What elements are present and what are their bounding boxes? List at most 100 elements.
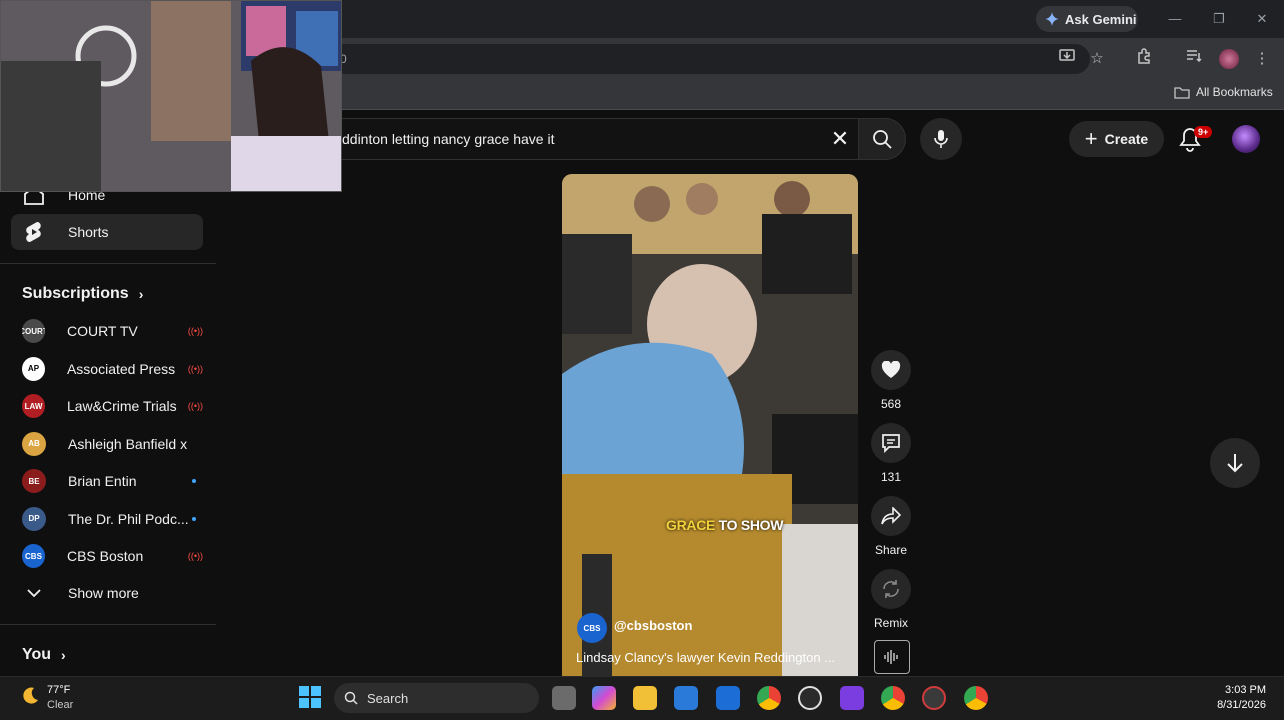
caption-highlight: GRACE <box>666 517 716 533</box>
notification-count-badge: 9+ <box>1194 126 1213 138</box>
you-heading[interactable]: You › <box>22 646 66 664</box>
browser-menu-icon[interactable]: ⋮ <box>1251 48 1273 70</box>
webcam-overlay <box>0 0 342 192</box>
search-button[interactable] <box>858 118 906 160</box>
install-app-icon[interactable] <box>1056 48 1078 70</box>
channel-name: Brian Entin <box>68 473 137 489</box>
chrome-profile-icon[interactable] <box>881 686 905 710</box>
search-query-text: ddinton letting nancy grace have it <box>342 131 555 147</box>
bookmark-star-icon[interactable]: ☆ <box>1086 48 1108 70</box>
sidebar-divider <box>0 624 216 625</box>
sidebar-channel-item[interactable]: BE Brian Entin <box>11 463 203 499</box>
live-indicator-icon: ((•)) <box>187 326 203 336</box>
comments-button[interactable] <box>871 423 911 463</box>
comment-icon <box>882 434 900 453</box>
remix-icon <box>883 580 899 598</box>
account-avatar[interactable] <box>1232 125 1260 153</box>
clock-date[interactable]: 8/31/2026 <box>1200 699 1266 711</box>
channel-name: Associated Press <box>66 360 176 377</box>
short-channel-handle[interactable]: @cbsboston <box>614 618 692 633</box>
outlook-icon[interactable] <box>716 686 740 710</box>
subscriptions-heading[interactable]: Subscriptions › <box>22 285 143 303</box>
like-count: 568 <box>880 397 902 411</box>
show-more-label: Show more <box>68 585 139 601</box>
task-view-icon[interactable] <box>552 686 576 710</box>
sidebar-item-shorts[interactable]: Shorts <box>11 214 203 250</box>
like-button[interactable] <box>871 350 911 390</box>
reading-list-icon[interactable] <box>1183 48 1205 70</box>
sidebar-channel-item[interactable]: LAW Law&Crime Trials ((•)) <box>11 388 203 424</box>
arrow-down-icon <box>1227 454 1243 473</box>
channel-name: The Dr. Phil Podc... <box>68 510 188 527</box>
live-indicator-icon: ((•)) <box>187 363 203 374</box>
file-explorer-icon[interactable] <box>633 686 657 710</box>
ask-gemini-label: Ask Gemini <box>1065 11 1137 27</box>
folder-icon <box>1174 86 1190 99</box>
sound-button[interactable] <box>874 640 910 674</box>
clear-search-icon[interactable]: ✕ <box>828 127 852 151</box>
channel-name: COURT TV <box>66 323 138 339</box>
microphone-icon <box>934 130 948 148</box>
copilot-icon[interactable] <box>592 686 616 710</box>
minimize-icon[interactable]: — <box>1164 8 1186 30</box>
taskbar-search-box[interactable]: Search <box>334 683 539 713</box>
ask-gemini-button[interactable]: Ask Gemini <box>1036 6 1138 32</box>
short-video-player[interactable] <box>562 174 858 676</box>
clock-time[interactable]: 3:03 PM <box>1200 684 1266 696</box>
channel-name: Law&Crime Trials <box>66 398 177 414</box>
chrome-icon[interactable] <box>757 686 781 710</box>
caption-text: TO SHOW <box>715 517 784 533</box>
sidebar-channel-item[interactable]: COURT COURT TV ((•)) <box>11 313 203 349</box>
show-more-button[interactable]: Show more <box>11 575 203 611</box>
share-label: Share <box>874 543 908 557</box>
moon-weather-icon[interactable] <box>20 686 40 706</box>
live-indicator-icon: ((•)) <box>187 401 203 411</box>
weather-condition: Clear <box>47 699 74 711</box>
sidebar-channel-item[interactable]: CBS CBS Boston ((•)) <box>11 538 203 574</box>
channel-avatar: AB <box>22 431 46 456</box>
chrome-window-icon[interactable] <box>964 686 988 710</box>
sidebar-channel-item[interactable]: AP Associated Press ((•)) <box>11 351 203 387</box>
heart-icon <box>881 361 901 378</box>
channel-avatar: LAW <box>22 394 45 418</box>
all-bookmarks-button[interactable]: All Bookmarks <box>1174 85 1273 99</box>
search-icon <box>873 130 892 149</box>
search-icon <box>344 691 358 705</box>
close-window-icon[interactable]: ✕ <box>1251 8 1273 30</box>
short-channel-avatar[interactable]: CBS <box>577 613 607 643</box>
voice-search-button[interactable] <box>920 118 962 160</box>
channel-avatar: BE <box>22 469 46 493</box>
channel-name: Ashleigh Banfield x ... <box>68 435 188 452</box>
subscriptions-label: Subscriptions <box>22 285 129 302</box>
short-title[interactable]: Lindsay Clancy's lawyer Kevin Reddington… <box>576 650 836 665</box>
channel-avatar: CBS <box>22 544 45 568</box>
create-button[interactable]: + Create <box>1069 121 1164 157</box>
app-launcher-icon[interactable] <box>840 686 864 710</box>
sidebar-channel-item[interactable]: AB Ashleigh Banfield x ... <box>11 426 203 462</box>
profile-avatar[interactable] <box>1219 49 1239 69</box>
next-short-button[interactable] <box>1210 438 1260 488</box>
plus-icon: + <box>1084 126 1098 151</box>
remix-label: Remix <box>873 616 908 630</box>
comment-count: 131 <box>880 470 902 484</box>
channel-avatar: DP <box>22 506 46 531</box>
sidebar-divider <box>0 263 216 264</box>
channel-avatar: COURT <box>22 319 45 343</box>
recording-app-icon[interactable] <box>922 686 946 710</box>
windows-start-icon[interactable] <box>298 685 322 709</box>
weather-temperature: 77°F <box>47 684 71 696</box>
live-indicator-icon: ((•)) <box>187 551 203 561</box>
chatgpt-icon[interactable] <box>798 686 822 710</box>
restore-icon[interactable]: ❐ <box>1208 8 1230 30</box>
you-label: You <box>22 646 52 663</box>
address-bar[interactable] <box>330 44 1090 74</box>
share-arrow-icon <box>881 507 901 525</box>
share-button[interactable] <box>871 496 911 536</box>
gemini-sparkle-icon <box>1045 12 1059 26</box>
remix-button[interactable] <box>871 569 911 609</box>
microsoft-store-icon[interactable] <box>674 686 698 710</box>
new-content-dot <box>192 516 196 521</box>
create-label: Create <box>1104 131 1149 147</box>
extensions-icon[interactable] <box>1133 48 1155 70</box>
sidebar-channel-item[interactable]: DP The Dr. Phil Podc... <box>11 501 203 537</box>
